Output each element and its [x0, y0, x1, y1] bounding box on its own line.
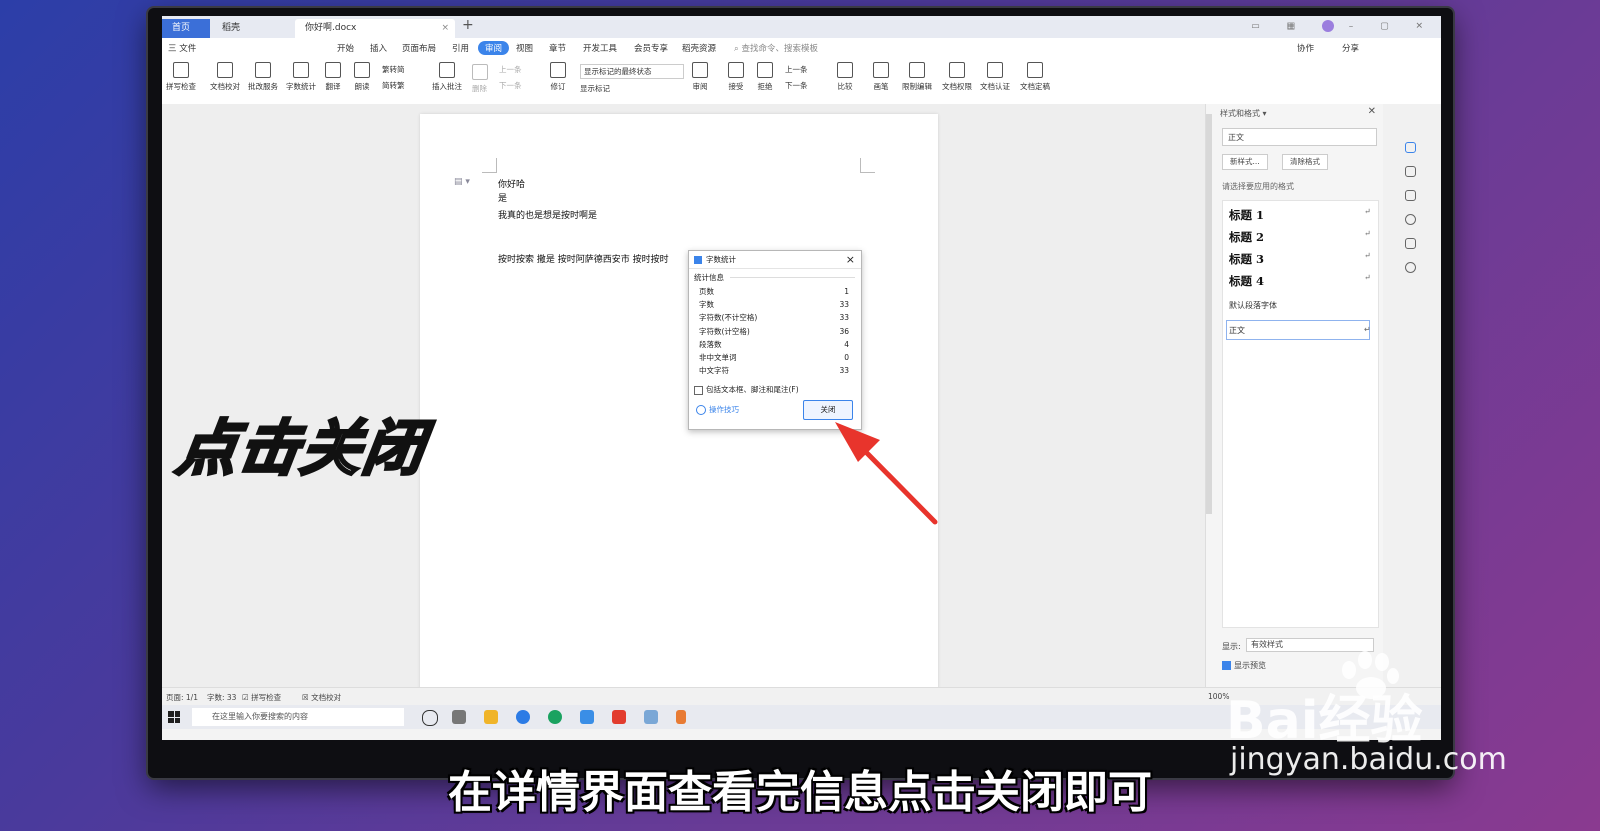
instruction-overlay: 点击关闭	[171, 413, 432, 486]
subtitle-caption: 在详情界面查看完信息点击关闭即可	[448, 767, 1152, 818]
